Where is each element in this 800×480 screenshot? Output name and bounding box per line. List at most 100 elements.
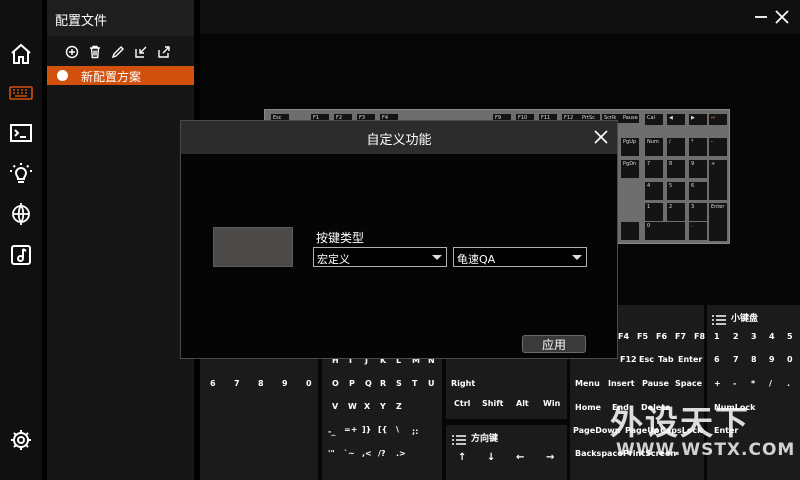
panel-key[interactable]: Alt <box>516 399 529 408</box>
kb-key[interactable]: 1 <box>645 203 663 221</box>
panel-key[interactable]: 8 <box>751 355 757 364</box>
panel-key[interactable]: 9 <box>769 355 775 364</box>
kb-key[interactable]: ◀ <box>667 114 685 125</box>
kb-key[interactable]: Enter <box>709 203 727 241</box>
panel-key[interactable]: O <box>332 379 339 388</box>
kb-key[interactable]: Num <box>645 138 663 156</box>
apply-button[interactable]: 应用 <box>522 335 586 353</box>
close-icon[interactable] <box>773 8 791 26</box>
panel-key[interactable]: Tab <box>658 355 674 364</box>
panel-key[interactable]: * <box>751 379 755 388</box>
panel-key[interactable]: 0 <box>306 379 312 388</box>
panel-key[interactable]: ↑ <box>458 452 466 463</box>
panel-key[interactable]: . <box>787 379 790 388</box>
panel-key[interactable]: 6 <box>210 379 216 388</box>
close-icon[interactable] <box>593 129 609 145</box>
panel-key[interactable]: ← <box>516 452 524 463</box>
kb-key[interactable] <box>621 222 639 240</box>
music-icon[interactable] <box>8 242 34 268</box>
panel-key[interactable]: U <box>428 379 435 388</box>
panel-key[interactable]: V <box>332 402 338 411</box>
kb-key[interactable]: * <box>689 138 707 156</box>
kb-key[interactable]: . <box>689 222 707 240</box>
panel-key[interactable]: F4 <box>618 332 629 341</box>
panel-key[interactable]: Space <box>675 379 702 388</box>
panel-key[interactable]: 8 <box>258 379 264 388</box>
panel-key[interactable]: 6 <box>714 355 720 364</box>
settings-icon[interactable] <box>8 427 34 453</box>
panel-key[interactable]: Menu <box>575 379 600 388</box>
kb-key[interactable]: - <box>709 138 727 156</box>
home-icon[interactable] <box>8 41 34 67</box>
panel-key[interactable]: F6 <box>656 332 667 341</box>
profile-list-item[interactable]: 新配置方案 <box>47 66 194 85</box>
panel-key[interactable]: Ctrl <box>454 399 470 408</box>
kb-key[interactable]: / <box>667 138 685 156</box>
panel-key[interactable]: Insert <box>608 379 635 388</box>
panel-key[interactable]: Win <box>543 399 560 408</box>
panel-key[interactable]: X <box>364 402 370 411</box>
kb-key[interactable]: 4 <box>645 182 663 200</box>
panel-key[interactable]: \ <box>396 425 399 434</box>
panel-key[interactable]: 3 <box>751 332 757 341</box>
kb-key[interactable]: 8 <box>667 160 685 178</box>
kb-key[interactable]: 5 <box>667 182 685 200</box>
panel-key[interactable]: 2 <box>733 332 739 341</box>
panel-key[interactable]: =+ <box>344 425 357 434</box>
panel-key[interactable]: Z <box>396 402 402 411</box>
panel-key[interactable]: ,< <box>362 449 372 458</box>
panel-key[interactable]: Pause <box>642 379 669 388</box>
panel-key[interactable]: → <box>546 452 554 463</box>
panel-key[interactable]: W <box>348 402 357 411</box>
panel-key[interactable]: 4 <box>769 332 775 341</box>
globe-icon[interactable] <box>8 201 34 227</box>
macro-select[interactable]: 龟速QA <box>453 247 587 267</box>
kb-key[interactable]: 3 <box>689 203 707 221</box>
panel-key[interactable]: / <box>769 379 772 388</box>
panel-key[interactable]: Right <box>451 379 475 388</box>
panel-key[interactable]: ↓ <box>487 452 495 463</box>
minimize-icon[interactable] <box>752 8 770 26</box>
panel-key[interactable]: + <box>714 379 721 388</box>
trash-icon[interactable] <box>88 45 102 59</box>
add-icon[interactable] <box>65 45 79 59</box>
panel-key[interactable]: -_ <box>328 427 335 436</box>
panel-key[interactable]: Y <box>380 402 386 411</box>
keyboard-icon[interactable] <box>8 80 34 106</box>
kb-key[interactable]: ▶ <box>689 114 707 125</box>
import-icon[interactable] <box>134 45 148 59</box>
kb-key[interactable]: + <box>709 160 727 200</box>
pencil-icon[interactable] <box>111 45 125 59</box>
kb-key[interactable]: PgUp <box>621 138 639 156</box>
kb-key[interactable]: PgDn <box>621 160 639 178</box>
panel-key[interactable]: F7 <box>675 332 686 341</box>
panel-key[interactable]: 5 <box>787 332 793 341</box>
kb-key[interactable]: Pause <box>621 114 639 123</box>
terminal-icon[interactable] <box>8 120 34 146</box>
panel-key[interactable]: P <box>349 379 355 388</box>
lightbulb-icon[interactable] <box>8 161 34 187</box>
panel-key[interactable]: .> <box>396 449 406 458</box>
panel-key[interactable]: F8 <box>694 332 705 341</box>
panel-key[interactable]: `~ <box>344 449 355 458</box>
panel-key[interactable]: Shift <box>482 399 504 408</box>
kb-key[interactable]: 9 <box>689 160 707 178</box>
panel-key[interactable]: T <box>412 379 417 388</box>
kb-key[interactable]: Cal <box>645 114 663 125</box>
panel-key[interactable]: 7 <box>234 379 240 388</box>
kb-key[interactable]: 2 <box>667 203 685 221</box>
panel-key[interactable]: Enter <box>678 355 702 364</box>
export-icon[interactable] <box>157 45 171 59</box>
key-type-select[interactable]: 宏定义 <box>313 247 447 267</box>
panel-key[interactable]: - <box>733 379 736 388</box>
panel-key[interactable]: 1 <box>714 332 720 341</box>
panel-key[interactable]: Esc <box>639 355 654 364</box>
panel-key[interactable]: ]} <box>362 425 371 434</box>
panel-key[interactable]: Q <box>365 379 372 388</box>
kb-key[interactable]: 7 <box>645 160 663 178</box>
panel-key[interactable]: R <box>380 379 386 388</box>
kb-key[interactable]: 0 <box>645 222 685 240</box>
kb-key[interactable]: 6 <box>689 182 707 200</box>
panel-key[interactable]: ;: <box>412 427 418 436</box>
kb-key[interactable]: ⏯ <box>709 114 727 125</box>
